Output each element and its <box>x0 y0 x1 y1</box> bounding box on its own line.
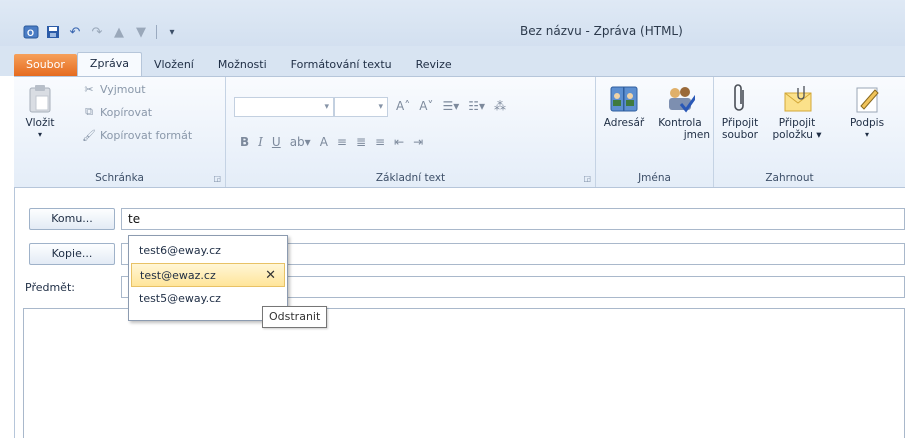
format-painter-label: Kopírovat formát <box>100 129 193 142</box>
attach-file-button[interactable]: Připojit soubor <box>718 83 762 141</box>
grow-font-icon[interactable]: A˄ <box>396 99 410 113</box>
cut-label: Vyjmout <box>100 83 146 96</box>
shrink-font-icon[interactable]: A˅ <box>419 99 433 113</box>
group-clipboard: Vložit ▾ ✂ Vyjmout ⧉ Kopírovat 🖌 Kopírov… <box>14 77 226 187</box>
italic-button[interactable]: I <box>258 135 263 149</box>
tab-format-text[interactable]: Formátování textu <box>279 54 404 76</box>
align-right-icon[interactable]: ≡ <box>375 135 385 149</box>
up-arrow-icon[interactable]: ▲ <box>110 24 128 40</box>
attach-item-label-2: položku ▾ <box>772 129 822 141</box>
check-names-button[interactable]: Kontrola jmen <box>650 83 710 141</box>
cc-button[interactable]: Kopie... <box>29 243 115 265</box>
group-names: Adresář Kontrola jmen Jména <box>596 77 714 187</box>
customize-icon[interactable]: ▾ <box>163 24 181 40</box>
font-name-dropdown[interactable]: ▾ <box>234 97 334 117</box>
group-label-basic-text: Základní text <box>375 172 446 184</box>
signature-button[interactable]: Podpis ▾ <box>842 83 892 141</box>
font-color-button[interactable]: A <box>320 135 328 149</box>
highlight-icon[interactable]: ab▾ <box>290 135 311 149</box>
clipboard-icon <box>25 83 55 115</box>
signature-dropdown-icon[interactable]: ▾ <box>865 129 869 141</box>
title-bar: O ↶ ↷ ▲ ▼ ▾ Bez názvu - Zpráva (HTML) <box>0 0 905 46</box>
font-size-controls: A˄ A˅ ☰▾ ☷▾ ⁂ <box>396 99 506 113</box>
format-painter-icon: 🖌 <box>82 129 96 142</box>
check-names-label-2: jmen <box>683 129 710 141</box>
styles-icon[interactable]: ⁂ <box>494 99 506 113</box>
increase-indent-icon[interactable]: ⇥ <box>413 135 423 149</box>
align-center-icon[interactable]: ≣ <box>356 135 366 149</box>
paperclip-icon <box>725 83 755 115</box>
address-book-button[interactable]: Adresář <box>598 83 650 129</box>
group-label-include: Zahrnout <box>765 172 814 184</box>
autocomplete-item-label: test@ewaz.cz <box>140 269 216 282</box>
attach-item-label-1: Připojit <box>778 117 816 129</box>
address-book-icon <box>609 83 639 115</box>
group-basic-text: ▾ ▾ A˄ A˅ ☰▾ ☷▾ ⁂ B I U ab▾ A ≡ ≣ ≡ ⇤ ⇥ … <box>226 77 596 187</box>
dialog-launcher-icon[interactable]: ◲ <box>583 174 591 183</box>
subject-label: Předmět: <box>25 281 75 294</box>
numbering-icon[interactable]: ☷▾ <box>468 99 485 113</box>
ribbon: Vložit ▾ ✂ Vyjmout ⧉ Kopírovat 🖌 Kopírov… <box>14 76 905 188</box>
dialog-launcher-icon[interactable]: ◲ <box>213 174 221 183</box>
undo-icon[interactable]: ↶ <box>66 24 84 40</box>
copy-icon: ⧉ <box>85 105 93 118</box>
scissors-icon: ✂ <box>84 83 94 96</box>
to-button[interactable]: Komu... <box>29 208 115 230</box>
autocomplete-item-selected[interactable]: test@ewaz.cz ✕ <box>131 263 285 287</box>
group-include: Připojit soubor Připojit položku ▾ Podpi… <box>714 77 905 187</box>
qat-separator <box>156 25 157 39</box>
svg-text:O: O <box>27 28 34 38</box>
align-left-icon[interactable]: ≡ <box>337 135 347 149</box>
remove-tooltip: Odstranit <box>262 306 328 328</box>
copy-button[interactable]: ⧉ Kopírovat <box>82 105 152 119</box>
format-controls: B I U ab▾ A ≡ ≣ ≡ ⇤ ⇥ <box>240 135 423 149</box>
decrease-indent-icon[interactable]: ⇤ <box>394 135 404 149</box>
bullets-icon[interactable]: ☰▾ <box>442 99 459 113</box>
paste-dropdown-icon[interactable]: ▾ <box>38 129 42 141</box>
underline-button[interactable]: U <box>272 135 281 149</box>
bold-button[interactable]: B <box>240 135 249 149</box>
paste-button[interactable]: Vložit ▾ <box>20 83 60 141</box>
signature-icon <box>852 83 882 115</box>
autocomplete-item[interactable]: test6@eway.cz <box>129 239 287 263</box>
outlook-icon[interactable]: O <box>22 24 40 40</box>
envelope-icon <box>782 83 812 115</box>
redo-icon[interactable]: ↷ <box>88 24 106 40</box>
cut-button[interactable]: ✂ Vyjmout <box>82 83 146 96</box>
attach-file-label-1: Připojit <box>721 117 759 129</box>
group-label-clipboard: Schránka <box>95 172 144 184</box>
address-book-label: Adresář <box>603 117 645 129</box>
signature-label: Podpis <box>849 117 885 129</box>
window-title: Bez názvu - Zpráva (HTML) <box>520 24 683 38</box>
quick-access-toolbar: O ↶ ↷ ▲ ▼ ▾ <box>22 24 181 40</box>
font-size-dropdown[interactable]: ▾ <box>334 97 388 117</box>
tab-file[interactable]: Soubor <box>14 54 77 76</box>
ribbon-tabs: Soubor Zpráva Vložení Možnosti Formátová… <box>14 52 464 76</box>
tab-options[interactable]: Možnosti <box>206 54 279 76</box>
save-icon[interactable] <box>44 24 62 40</box>
copy-label: Kopírovat <box>100 105 153 119</box>
to-input[interactable]: te <box>121 208 905 230</box>
check-names-icon <box>665 83 695 115</box>
down-arrow-icon[interactable]: ▼ <box>132 24 150 40</box>
tab-review[interactable]: Revize <box>404 54 464 76</box>
remove-icon[interactable]: ✕ <box>265 264 276 288</box>
attach-file-label-2: soubor <box>722 129 758 141</box>
format-painter-button[interactable]: 🖌 Kopírovat formát <box>82 129 192 142</box>
compose-area: Komu... te Kopie... Předmět: test6@eway.… <box>14 188 905 438</box>
message-body[interactable] <box>23 308 905 438</box>
tab-message[interactable]: Zpráva <box>76 52 142 76</box>
tab-insert[interactable]: Vložení <box>142 54 206 76</box>
check-names-label-1: Kontrola <box>658 117 702 129</box>
attach-item-button[interactable]: Připojit položku ▾ <box>766 83 828 141</box>
paste-label: Vložit <box>25 117 55 129</box>
group-label-names: Jména <box>638 172 671 184</box>
